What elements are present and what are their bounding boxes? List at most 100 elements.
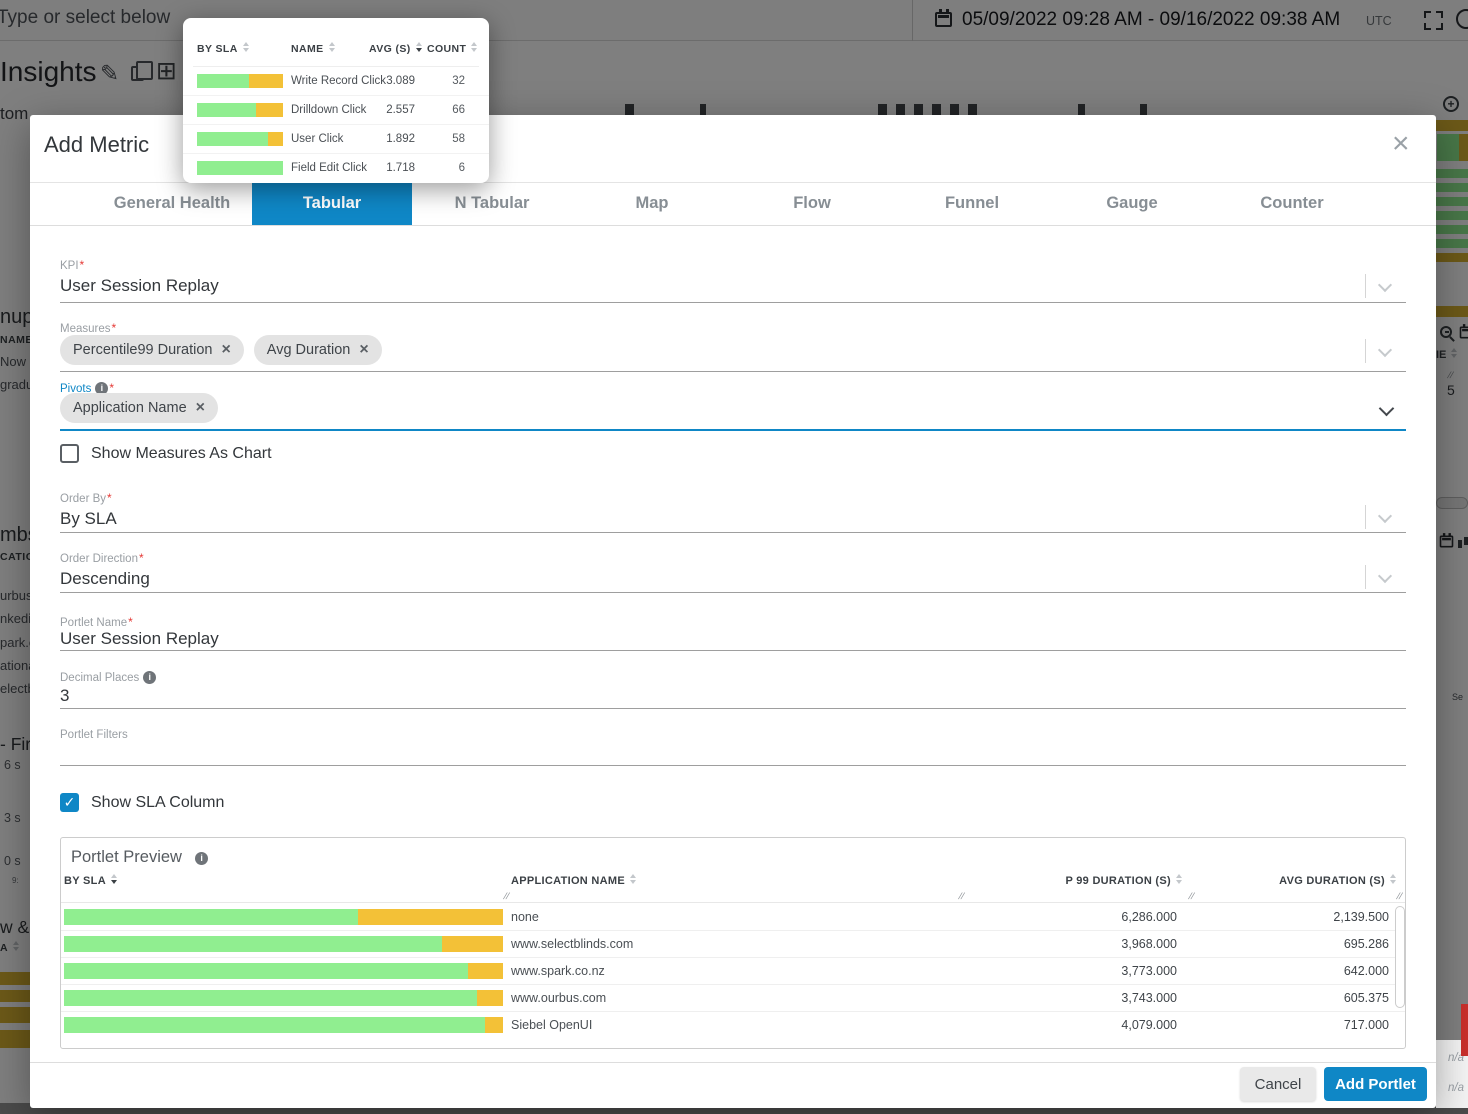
info-icon[interactable]: i bbox=[143, 671, 157, 684]
tab-map[interactable]: Map bbox=[572, 182, 732, 225]
portlet-filters-field[interactable]: Portlet Filters bbox=[60, 729, 1406, 779]
chevron-down-icon[interactable] bbox=[1378, 400, 1395, 417]
column-resize-handle[interactable]: // bbox=[957, 891, 965, 901]
chip-remove-icon[interactable]: × bbox=[196, 399, 205, 417]
sla-bar-yellow bbox=[441, 936, 503, 952]
count-value: 58 bbox=[452, 133, 465, 145]
sla-bar bbox=[64, 936, 503, 952]
avg-value: 2.557 bbox=[386, 104, 415, 116]
chevron-down-icon[interactable] bbox=[1377, 277, 1393, 293]
preview-table-row: none 6,286.000 2,139.500 bbox=[61, 904, 1405, 931]
sla-bar-yellow bbox=[476, 990, 503, 1006]
preview-table-row: www.spark.co.nz 3,773.000 642.000 bbox=[61, 958, 1405, 985]
sort-icon bbox=[629, 874, 637, 884]
field-underline bbox=[60, 592, 1406, 593]
sla-metrics-popup: BY SLA NAME AVG (S) COUNT Write Record C… bbox=[183, 18, 489, 183]
preview-header-application-name[interactable]: APPLICATION NAME bbox=[511, 874, 637, 887]
popup-header-avg[interactable]: AVG (S) bbox=[369, 42, 423, 55]
show-sla-column-row: ✓ Show SLA Column bbox=[60, 793, 224, 812]
p99-duration-value: 3,968.000 bbox=[1121, 937, 1177, 951]
measures-field[interactable]: Measures Percentile99 Duration×Avg Durat… bbox=[60, 321, 1406, 381]
measure-chip[interactable]: Percentile99 Duration × bbox=[60, 335, 244, 365]
order-by-field[interactable]: Order By By SLA bbox=[60, 491, 1406, 547]
divider bbox=[61, 902, 1405, 903]
preview-header-avg-duration[interactable]: AVG DURATION (S) bbox=[1279, 874, 1397, 887]
chip-remove-icon[interactable]: × bbox=[359, 341, 368, 359]
pivot-chip-label: Application Name bbox=[73, 400, 187, 416]
chip-remove-icon[interactable]: × bbox=[221, 341, 230, 359]
p99-duration-value: 3,743.000 bbox=[1121, 991, 1177, 1005]
p99-duration-value: 4,079.000 bbox=[1121, 1018, 1177, 1032]
avg-value: 1.892 bbox=[386, 133, 415, 145]
field-underline bbox=[60, 532, 1406, 533]
popup-header-by-sla[interactable]: BY SLA bbox=[197, 42, 250, 55]
order-direction-field[interactable]: Order Direction Descending bbox=[60, 551, 1406, 607]
portlet-name-value: User Session Replay bbox=[60, 629, 219, 648]
sla-bar-yellow bbox=[467, 963, 503, 979]
avg-value: 1.718 bbox=[386, 162, 415, 174]
add-portlet-button[interactable]: Add Portlet bbox=[1324, 1067, 1427, 1101]
application-name: Siebel OpenUI bbox=[511, 1018, 593, 1032]
field-underline bbox=[60, 371, 1406, 372]
sla-bar-green bbox=[64, 963, 468, 979]
cancel-button[interactable]: Cancel bbox=[1240, 1067, 1316, 1101]
column-resize-handle[interactable]: // bbox=[502, 891, 510, 901]
checkbox-unchecked[interactable] bbox=[60, 444, 79, 463]
chevron-down-icon[interactable] bbox=[1377, 568, 1393, 584]
sla-bar-yellow bbox=[248, 74, 283, 88]
decimal-places-field[interactable]: Decimal Places i 3 bbox=[60, 671, 1406, 723]
show-measures-as-chart-row: Show Measures As Chart bbox=[60, 444, 272, 463]
preview-header-by-sla[interactable]: BY SLA bbox=[64, 874, 118, 887]
sort-icon bbox=[110, 874, 118, 884]
measure-chip-label: Percentile99 Duration bbox=[73, 342, 213, 358]
pivot-chip[interactable]: Application Name × bbox=[60, 393, 218, 423]
field-underline bbox=[60, 650, 1406, 651]
sort-icon bbox=[1176, 874, 1183, 884]
divider bbox=[30, 1062, 1436, 1063]
application-name: www.spark.co.nz bbox=[511, 964, 605, 978]
pivots-field[interactable]: Pivotsi Application Name× bbox=[60, 381, 1406, 441]
check-icon: ✓ bbox=[63, 794, 76, 810]
preview-scrollbar[interactable] bbox=[1395, 906, 1405, 1008]
avg-duration-value: 605.375 bbox=[1343, 991, 1389, 1005]
sla-bar-yellow bbox=[485, 1017, 503, 1033]
tab-bar: General Health Tabular N Tabular Map Flow Fun… bbox=[92, 182, 1372, 225]
preview-header-p99-duration[interactable]: P 99 DURATION (S) bbox=[1065, 874, 1183, 887]
sort-icon bbox=[415, 42, 423, 52]
tab-counter[interactable]: Counter bbox=[1212, 182, 1372, 225]
tab-funnel[interactable]: Funnel bbox=[892, 182, 1052, 225]
column-resize-handle[interactable]: // bbox=[1187, 891, 1195, 901]
pivots-chips: Application Name × bbox=[60, 393, 218, 423]
column-resize-handle[interactable]: // bbox=[1395, 891, 1403, 901]
portlet-name-field[interactable]: Portlet Name User Session Replay bbox=[60, 615, 1406, 665]
tab-flow[interactable]: Flow bbox=[732, 182, 892, 225]
checkbox-checked[interactable]: ✓ bbox=[60, 793, 79, 812]
tab-gauge[interactable]: Gauge bbox=[1052, 182, 1212, 225]
popup-header-count[interactable]: COUNT bbox=[427, 42, 478, 55]
divider bbox=[1365, 274, 1366, 298]
close-icon[interactable]: × bbox=[1392, 129, 1410, 159]
count-value: 32 bbox=[452, 75, 465, 87]
popup-header-name[interactable]: NAME bbox=[291, 42, 336, 55]
info-icon[interactable]: i bbox=[195, 852, 209, 865]
decimal-places-value: 3 bbox=[60, 686, 70, 705]
preview-table-row: Siebel OpenUI 4,079.000 717.000 bbox=[61, 1012, 1405, 1039]
add-metric-modal: Add Metric × General Health Tabular N Tabu… bbox=[30, 115, 1436, 1108]
sla-bar bbox=[197, 161, 283, 175]
tab-general-health[interactable]: General Health bbox=[92, 182, 252, 225]
checkbox-label: Show SLA Column bbox=[91, 793, 225, 811]
sla-bar bbox=[64, 909, 503, 925]
application-name: none bbox=[511, 910, 539, 924]
kpi-value: User Session Replay bbox=[60, 276, 219, 295]
avg-duration-value: 642.000 bbox=[1343, 964, 1389, 978]
chevron-down-icon[interactable] bbox=[1377, 342, 1393, 358]
tab-n-tabular[interactable]: N Tabular bbox=[412, 182, 572, 225]
kpi-field[interactable]: KPI User Session Replay bbox=[60, 258, 1406, 318]
chevron-down-icon[interactable] bbox=[1377, 508, 1393, 524]
sla-bar-yellow bbox=[256, 103, 283, 117]
checkbox-label: Show Measures As Chart bbox=[91, 444, 272, 462]
tab-tabular[interactable]: Tabular bbox=[252, 182, 412, 225]
measure-chip[interactable]: Avg Duration × bbox=[253, 335, 382, 365]
portlet-filters-label: Portlet Filters bbox=[60, 729, 128, 741]
sla-bar-green bbox=[64, 936, 442, 952]
